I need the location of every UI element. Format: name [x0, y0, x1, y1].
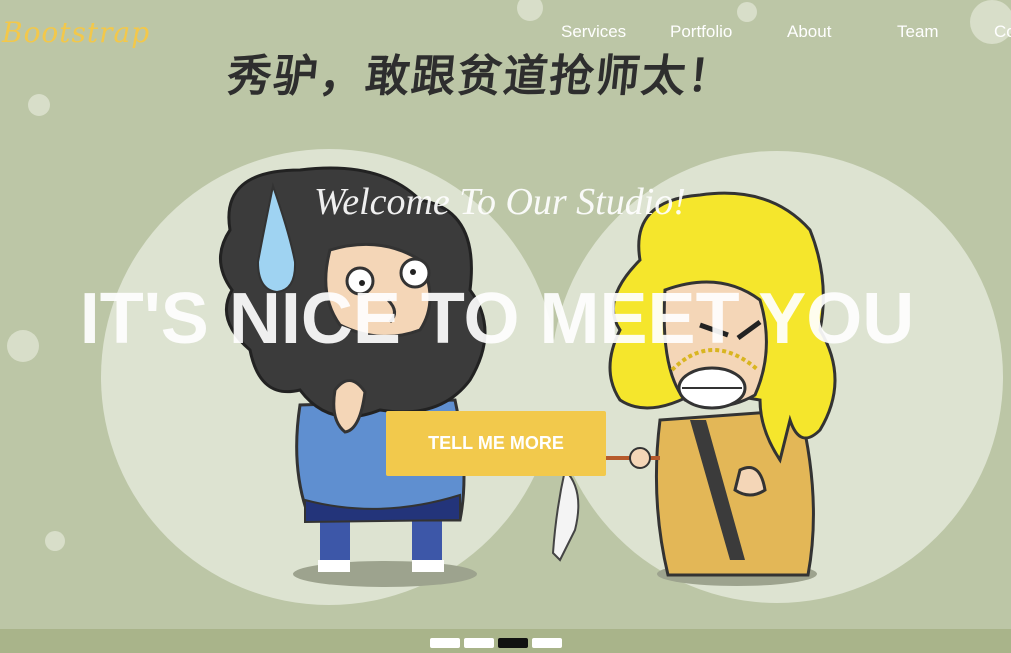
hero-welcome-text: Welcome To Our Studio!: [314, 181, 686, 223]
nav-item-portfolio[interactable]: Portfolio: [670, 22, 732, 42]
tell-me-more-button[interactable]: TELL ME MORE: [386, 411, 606, 476]
hero-section: Bootstrap Services Portfolio About Team …: [0, 0, 1011, 653]
carousel-indicator-4[interactable]: [532, 638, 562, 648]
chinese-headline: 秀驴，敢跟贫道抢师太！: [224, 51, 737, 102]
nav-item-team[interactable]: Team: [897, 22, 939, 42]
carousel-indicator-2[interactable]: [464, 638, 494, 648]
carousel-indicator-3[interactable]: [498, 638, 528, 648]
carousel-indicator-1[interactable]: [430, 638, 460, 648]
hero-title: IT'S NICE TO MEET YOU: [79, 279, 915, 359]
nav-item-services[interactable]: Services: [561, 22, 626, 42]
nav-item-contact[interactable]: Co: [994, 22, 1011, 42]
nav-item-about[interactable]: About: [787, 22, 831, 42]
